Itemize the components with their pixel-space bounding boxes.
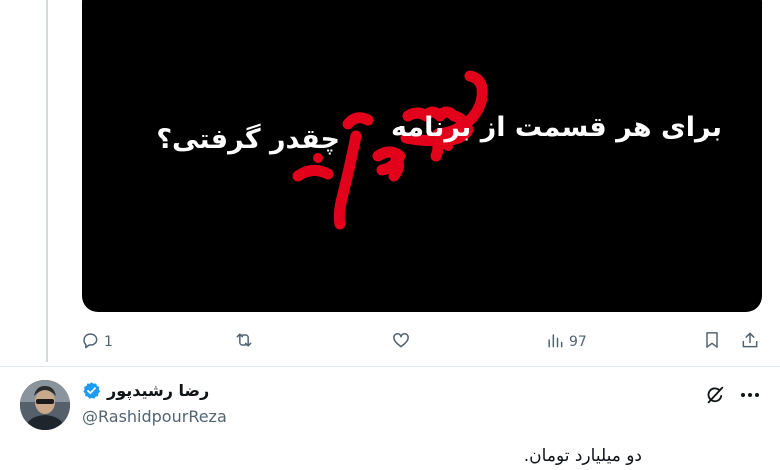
retweet-button[interactable]	[234, 324, 254, 360]
more-dot	[748, 393, 752, 397]
bookmark-icon	[702, 330, 722, 354]
tweet-action-bar: 1 97	[0, 324, 780, 360]
like-icon	[391, 330, 411, 354]
more-dot	[755, 393, 759, 397]
divider	[0, 366, 780, 367]
tweet-thread: برای هر قسمت از برنامه چقدر گرفتی؟ 1 97	[0, 0, 780, 470]
verified-icon	[82, 381, 101, 400]
avatar-photo	[20, 380, 70, 430]
thread-line	[46, 0, 48, 362]
user-name[interactable]: رضا رشیدپور	[82, 381, 209, 400]
views-button[interactable]: 97	[545, 324, 587, 360]
retweet-icon	[234, 330, 254, 354]
reply-icon	[80, 330, 100, 354]
tweet-media-image[interactable]: برای هر قسمت از برنامه چقدر گرفتی؟	[82, 0, 762, 312]
views-icon	[545, 330, 565, 354]
tweet-text: دو میلیارد تومان.	[523, 446, 642, 466]
media-text-line1: برای هر قسمت از برنامه	[391, 112, 722, 143]
avatar[interactable]	[20, 380, 70, 430]
more-dot	[741, 393, 745, 397]
grok-icon[interactable]	[704, 384, 726, 406]
share-icon	[740, 330, 760, 354]
bookmark-button[interactable]	[702, 324, 722, 360]
display-name: رضا رشیدپور	[107, 381, 210, 400]
user-handle[interactable]: @RashidpourReza	[82, 407, 227, 426]
reply-button[interactable]: 1	[80, 324, 113, 360]
more-icon[interactable]	[739, 384, 761, 406]
share-button[interactable]	[740, 324, 760, 360]
reply-count: 1	[104, 334, 113, 350]
views-count: 97	[569, 334, 587, 350]
like-button[interactable]	[391, 324, 411, 360]
media-text-line2: چقدر گرفتی؟	[156, 124, 340, 155]
